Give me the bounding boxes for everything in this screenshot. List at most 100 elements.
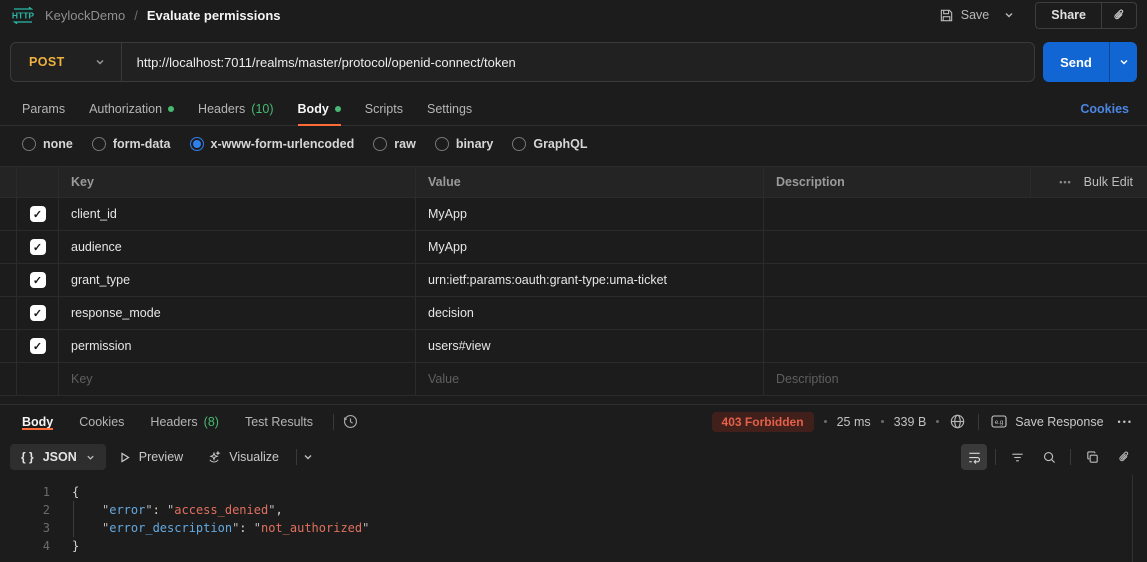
checkbox[interactable]: ✓ [30, 338, 46, 354]
tab-settings[interactable]: Settings [415, 92, 484, 125]
drag-handle-cell[interactable] [0, 297, 16, 329]
body-type-x-www-form-urlencoded[interactable]: x-www-form-urlencoded [190, 137, 355, 151]
bulk-edit-cell: ••• Bulk Edit [1030, 167, 1147, 197]
copy-button[interactable] [1079, 444, 1105, 470]
body-type-raw[interactable]: raw [373, 137, 416, 151]
body-type-graphql[interactable]: GraphQL [512, 137, 587, 151]
wrap-text-icon [967, 450, 982, 465]
response-tab-body[interactable]: Body [10, 415, 65, 429]
description-cell[interactable]: Description [763, 363, 1030, 395]
network-info-button[interactable] [949, 413, 966, 430]
format-label: JSON [43, 450, 77, 464]
send-options-button[interactable] [1109, 42, 1137, 82]
drag-handle-cell[interactable] [0, 330, 16, 362]
body-type-binary[interactable]: binary [435, 137, 494, 151]
value-cell[interactable]: MyApp [415, 231, 763, 263]
response-time[interactable]: 25 ms [837, 415, 871, 429]
key-column-header: Key [58, 167, 415, 197]
key-cell[interactable]: Key [58, 363, 415, 395]
code-line: 1{ [0, 483, 1147, 501]
value-cell[interactable]: decision [415, 297, 763, 329]
checkbox[interactable]: ✓ [30, 305, 46, 321]
drag-handle-cell[interactable] [0, 198, 16, 230]
visualize-options-button[interactable] [303, 452, 313, 462]
checkbox[interactable]: ✓ [30, 272, 46, 288]
preview-button[interactable]: Preview [108, 444, 194, 470]
response-body-viewer[interactable]: 1{2"error": "access_denied",3"error_desc… [0, 475, 1147, 562]
status-badge[interactable]: 403 Forbidden [712, 412, 814, 432]
cookies-link[interactable]: Cookies [1080, 102, 1137, 116]
table-row: ✓ response_modedecision [0, 297, 1147, 330]
key-cell[interactable]: client_id [58, 198, 415, 230]
table-header-row: Key Value Description ••• Bulk Edit [0, 166, 1147, 198]
divider [333, 414, 334, 430]
response-history-button[interactable] [342, 413, 359, 430]
response-tab-cookies[interactable]: Cookies [67, 415, 136, 429]
value-cell[interactable]: users#view [415, 330, 763, 362]
key-cell[interactable]: response_mode [58, 297, 415, 329]
description-cell[interactable] [763, 330, 1030, 362]
save-button[interactable]: Save [933, 4, 996, 27]
response-format-selector[interactable]: { } JSON [10, 444, 106, 470]
checkbox[interactable]: ✓ [30, 239, 46, 255]
description-cell[interactable] [763, 231, 1030, 263]
description-cell[interactable] [763, 297, 1030, 329]
tab-params[interactable]: Params [10, 92, 77, 125]
tab-label: Scripts [365, 102, 403, 116]
visualize-button[interactable]: Visualize [196, 444, 290, 470]
value-cell[interactable]: MyApp [415, 198, 763, 230]
response-tab-test-results[interactable]: Test Results [233, 415, 325, 429]
body-type-none[interactable]: none [22, 137, 73, 151]
wrap-text-button[interactable] [961, 444, 987, 470]
checkbox[interactable]: ✓ [30, 206, 46, 222]
search-icon [1042, 450, 1057, 465]
method-selector[interactable]: POST [11, 43, 121, 81]
tab-headers[interactable]: Headers(10) [186, 92, 285, 125]
tab-body[interactable]: Body [286, 92, 353, 125]
save-response-label: Save Response [1015, 415, 1103, 429]
line-number: 3 [0, 519, 58, 537]
radio-label: GraphQL [533, 137, 587, 151]
drag-handle-cell[interactable] [0, 363, 16, 395]
breadcrumb-collection[interactable]: KeylockDemo [45, 8, 125, 23]
save-options-button[interactable] [995, 6, 1023, 24]
scrollbar-gutter[interactable] [1132, 475, 1133, 562]
preview-label: Preview [139, 450, 183, 464]
link-icon [1112, 8, 1126, 22]
drag-handle-cell[interactable] [0, 231, 16, 263]
response-more-button[interactable]: ••• [1114, 417, 1137, 427]
checkbox-cell [16, 363, 58, 395]
body-type-form-data[interactable]: form-data [92, 137, 171, 151]
url-input[interactable] [122, 55, 1034, 70]
code-content: "error_description": "not_authorized" [58, 519, 369, 537]
tab-label: Headers [150, 415, 197, 429]
description-cell[interactable] [763, 198, 1030, 230]
share-button[interactable]: Share [1036, 8, 1101, 22]
save-response-button[interactable]: e.g Save Response [991, 415, 1103, 429]
table-row: ✓ grant_typeurn:ietf:params:oauth:grant-t… [0, 264, 1147, 297]
bulk-edit-button[interactable]: Bulk Edit [1084, 175, 1133, 189]
response-size[interactable]: 339 B [894, 415, 927, 429]
more-options-icon[interactable]: ••• [1059, 177, 1071, 187]
request-tabs-list: ParamsAuthorizationHeaders(10)Body Script… [10, 92, 484, 125]
radio-label: none [43, 137, 73, 151]
value-cell[interactable]: Value [415, 363, 763, 395]
send-button[interactable]: Send [1043, 42, 1109, 82]
response-tab-headers[interactable]: Headers(8) [138, 415, 231, 429]
top-bar: HTTP KeylockDemo / Evaluate permissions … [0, 0, 1147, 30]
save-icon [939, 8, 954, 23]
value-column-header: Value [415, 167, 763, 197]
drag-handle-cell[interactable] [0, 264, 16, 296]
breadcrumb-request-name[interactable]: Evaluate permissions [147, 8, 281, 23]
filter-button[interactable] [1004, 444, 1030, 470]
copy-link-button[interactable] [1102, 8, 1136, 22]
response-link-button[interactable] [1111, 444, 1137, 470]
description-cell[interactable] [763, 264, 1030, 296]
value-cell[interactable]: urn:ietf:params:oauth:grant-type:uma-tic… [415, 264, 763, 296]
key-cell[interactable]: grant_type [58, 264, 415, 296]
tab-authorization[interactable]: Authorization [77, 92, 186, 125]
key-cell[interactable]: audience [58, 231, 415, 263]
search-button[interactable] [1036, 444, 1062, 470]
key-cell[interactable]: permission [58, 330, 415, 362]
tab-scripts[interactable]: Scripts [353, 92, 415, 125]
